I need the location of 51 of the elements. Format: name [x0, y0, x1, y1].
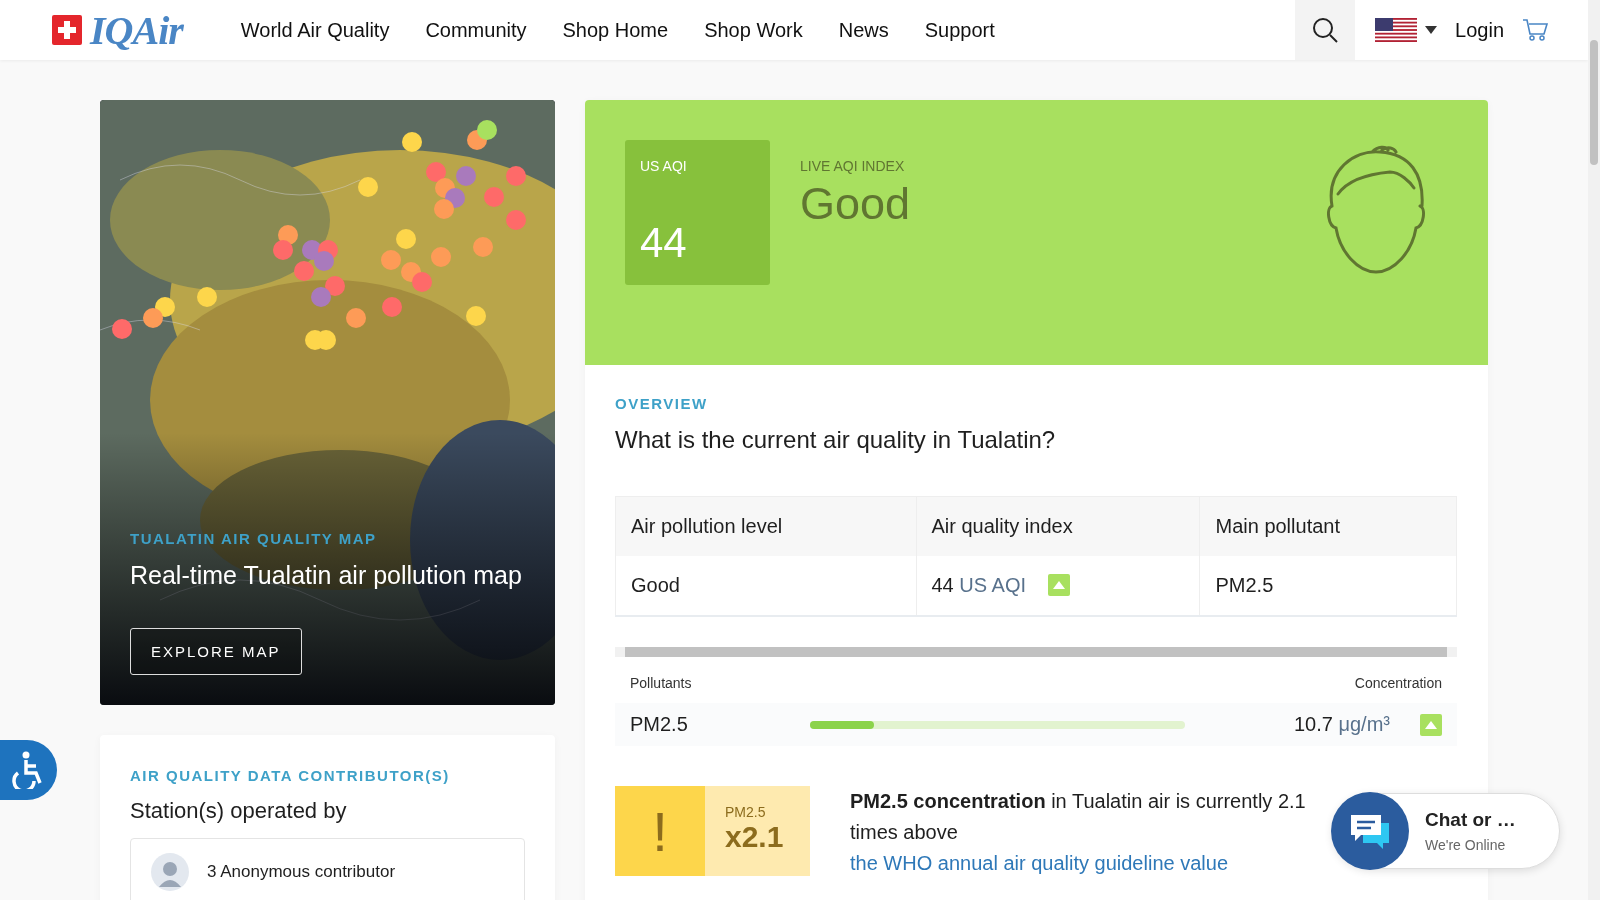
- section-label: OVERVIEW: [615, 395, 709, 412]
- cart-icon[interactable]: [1522, 18, 1548, 42]
- caret-icon[interactable]: [1425, 26, 1438, 34]
- horizontal-scrollbar[interactable]: [615, 647, 1457, 657]
- column-header: Main pollutant: [1199, 496, 1457, 556]
- guideline-text: PM2.5 concentration in Tualatin air is currently 2.1 times above the WHO annual air quality guideline value: [850, 789, 1307, 876]
- section-title: Station(s) operated by: [130, 798, 348, 824]
- chat-status: We're Online: [1425, 837, 1507, 853]
- column-label: Pollutants: [630, 675, 692, 691]
- exclamation-mark: !: [652, 798, 668, 864]
- nav-link[interactable]: Shop Work: [686, 10, 821, 50]
- guideline-link[interactable]: the WHO annual air quality guideline value: [850, 852, 1228, 874]
- contributor-name: 3 Anonymous contributor: [207, 862, 396, 882]
- index-label: LIVE AQI INDEX: [800, 158, 906, 174]
- login-link[interactable]: Login: [1451, 14, 1508, 46]
- table-cell: 44 US AQI: [916, 556, 1200, 616]
- chat-title: Chat or …: [1425, 809, 1516, 831]
- search-button[interactable]: [1295, 0, 1356, 60]
- concentration-value: 10.7 μg/m³: [1294, 713, 1390, 736]
- nav-link[interactable]: Support: [906, 10, 1013, 50]
- pollutant-label: PM2.5: [725, 804, 767, 820]
- nav-link[interactable]: Community: [407, 10, 545, 50]
- column-header: Air quality index: [916, 496, 1200, 556]
- page-scrollbar[interactable]: [1588, 0, 1600, 900]
- logo[interactable]: IQAir: [90, 6, 183, 54]
- swiss-cross-icon: [52, 15, 82, 45]
- nav-link[interactable]: News: [820, 10, 907, 50]
- nav-link[interactable]: Shop Home: [544, 10, 687, 50]
- pollutant-name: PM2.5: [630, 713, 689, 736]
- section-label: TUALATIN AIR QUALITY MAP: [130, 530, 377, 547]
- aqi-status: Good: [800, 178, 911, 230]
- explore-map-button[interactable]: EXPLORE MAP: [130, 628, 302, 675]
- aqi-value: 44: [640, 219, 688, 267]
- table-cell: Good: [615, 556, 916, 616]
- accessibility-button[interactable]: [0, 740, 57, 800]
- chat-bubble-icon: [1349, 813, 1391, 849]
- section-label: AIR QUALITY DATA CONTRIBUTOR(S): [130, 767, 451, 784]
- avatar-icon: [151, 853, 189, 891]
- section-title: What is the current air quality in Tualatin?: [615, 426, 1057, 454]
- flag-icon[interactable]: [1375, 18, 1418, 42]
- table-cell: PM2.5: [1199, 556, 1457, 616]
- chat-widget[interactable]: Chat or … We're Online: [1332, 793, 1560, 869]
- multiplier: x2.1: [725, 820, 785, 854]
- head-icon: [1324, 144, 1428, 276]
- nav-link[interactable]: World Air Quality: [222, 10, 408, 50]
- aqi-label: US AQI: [640, 158, 688, 174]
- card-title: Real-time Tualatin air pollution map: [130, 561, 522, 590]
- column-label: Concentration: [1354, 675, 1442, 691]
- column-header: Air pollution level: [615, 496, 916, 556]
- search-icon: [1312, 17, 1339, 43]
- contributor-item[interactable]: 3 Anonymous contributor: [130, 838, 525, 900]
